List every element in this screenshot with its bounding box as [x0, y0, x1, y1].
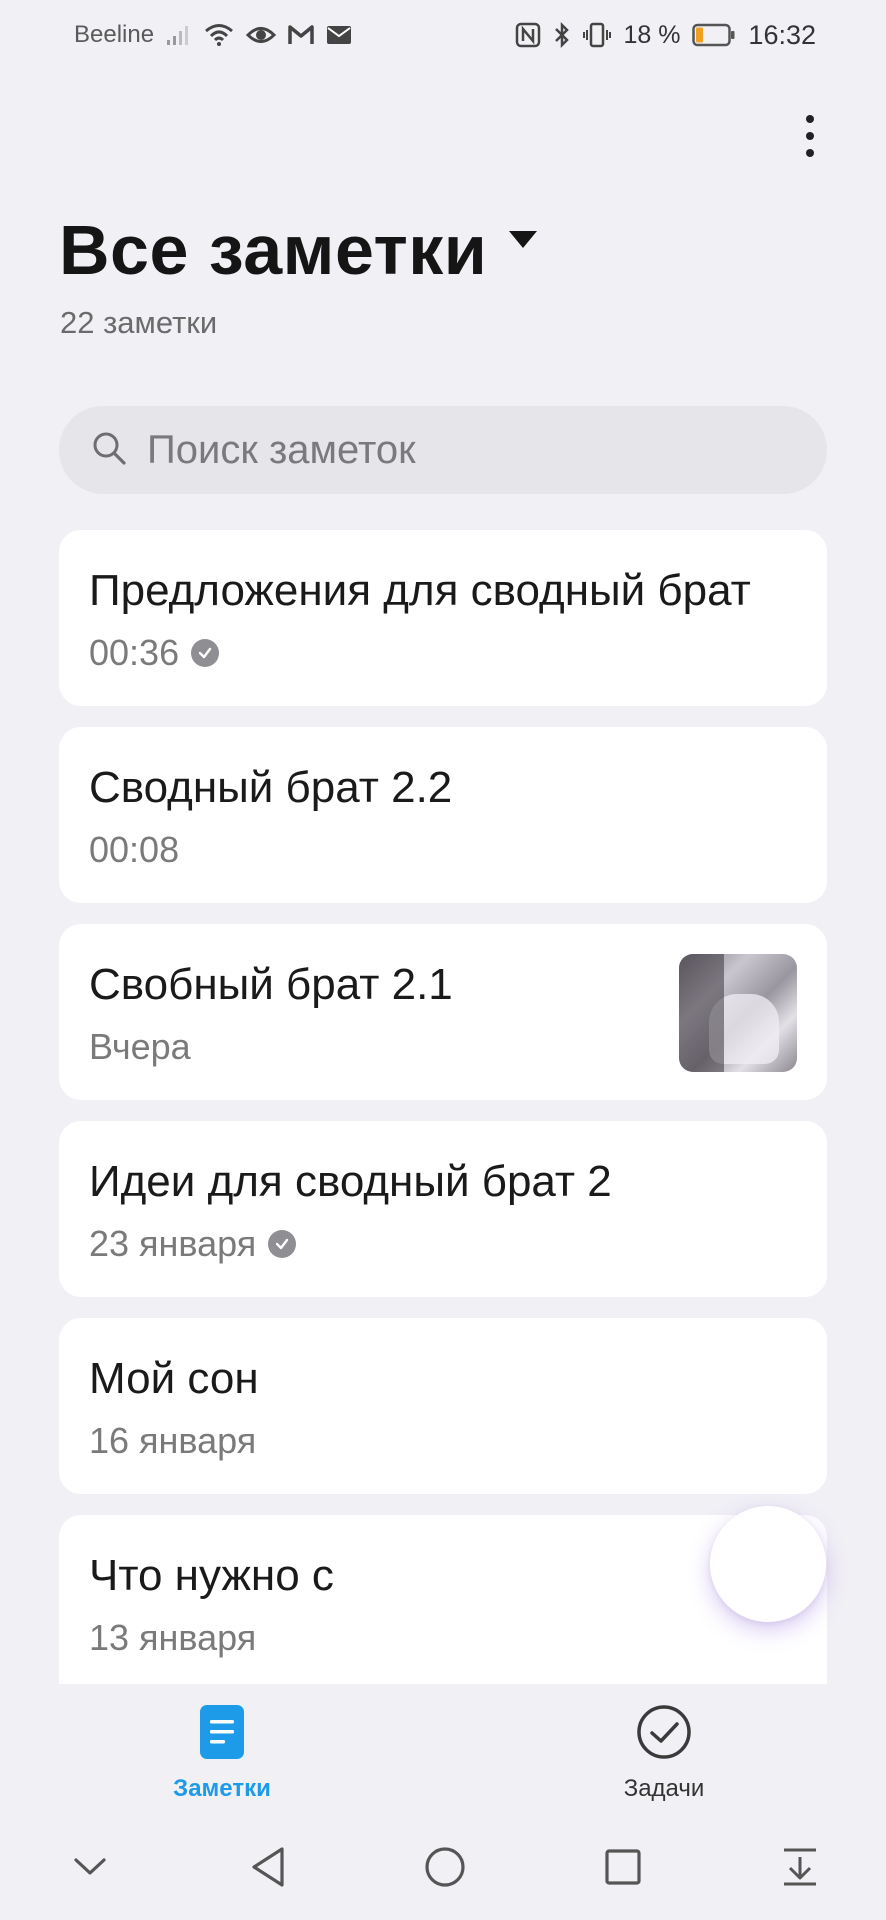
tab-notes[interactable]: Заметки — [142, 1704, 302, 1803]
note-title: Что нужно с — [89, 1551, 334, 1600]
note-title: Свобный брат 2.1 — [89, 960, 453, 1009]
more-dot-icon — [806, 149, 814, 157]
home-circle-icon — [423, 1845, 467, 1894]
plus-icon — [740, 1534, 796, 1595]
search-icon — [89, 428, 129, 473]
gmail-icon — [288, 24, 314, 46]
more-options-button[interactable] — [790, 108, 830, 164]
back-triangle-icon — [248, 1845, 288, 1894]
nfc-icon — [515, 22, 541, 48]
note-thumbnail-image — [679, 954, 797, 1072]
battery-icon — [692, 23, 736, 47]
note-date: Вчера — [89, 1026, 191, 1067]
note-date: 00:36 — [89, 632, 180, 673]
notes-count: 22 заметки — [60, 305, 218, 340]
bluetooth-icon — [553, 22, 571, 48]
dropdown-caret-icon — [509, 230, 538, 248]
system-nav-bar — [0, 1818, 886, 1920]
synced-check-icon — [191, 639, 220, 667]
note-title: Сводный брат 2.2 — [89, 763, 453, 812]
wifi-icon — [204, 23, 234, 47]
chevron-down-icon — [72, 1856, 108, 1883]
tab-tasks-label: Задачи — [623, 1775, 705, 1802]
note-title: Предложения для сводный брат — [89, 566, 751, 615]
carrier-label: Beeline — [74, 21, 155, 48]
note-card[interactable]: Мой сон 16 января — [59, 1318, 827, 1494]
nav-hide-button[interactable] — [60, 1839, 120, 1899]
status-bar: Beeline 18 % 16:32 — [0, 0, 886, 70]
eye-icon — [246, 24, 277, 46]
note-card[interactable]: Свобный брат 2.1 Вчера — [59, 924, 827, 1100]
nav-back-button[interactable] — [238, 1839, 298, 1899]
note-meta: 00:08 — [89, 829, 179, 871]
tab-tasks[interactable]: Задачи — [584, 1704, 744, 1803]
note-title: Мой сон — [89, 1354, 259, 1403]
note-card[interactable]: Предложения для сводный брат 00:36 — [59, 530, 827, 706]
note-card[interactable]: Идеи для сводный брат 2 23 января — [59, 1121, 827, 1297]
search-placeholder: Поиск заметок — [147, 427, 416, 472]
note-meta: Вчера — [89, 1026, 191, 1068]
recents-square-icon — [603, 1847, 643, 1892]
synced-check-icon — [268, 1230, 297, 1258]
note-card[interactable]: Сводный брат 2.2 00:08 — [59, 727, 827, 903]
pull-down-icon — [780, 1845, 820, 1894]
note-date: 16 января — [89, 1420, 257, 1461]
note-card[interactable]: Что нужно с 13 января — [59, 1515, 827, 1684]
nav-recents-button[interactable] — [593, 1839, 653, 1899]
nav-home-button[interactable] — [415, 1839, 475, 1899]
clock: 16:32 — [748, 19, 816, 50]
note-meta: 23 января — [89, 1223, 297, 1265]
search-input[interactable]: Поиск заметок — [59, 406, 827, 494]
folder-selector[interactable]: Все заметки — [59, 210, 538, 290]
page-title: Все заметки — [59, 211, 488, 289]
mail-icon — [326, 25, 352, 45]
add-note-button[interactable] — [710, 1506, 826, 1622]
status-right: 18 % 16:32 — [515, 20, 816, 51]
vibrate-icon — [583, 22, 612, 48]
note-meta: 00:36 — [89, 632, 220, 674]
note-meta: 13 января — [89, 1617, 256, 1659]
signal-icon — [166, 24, 192, 46]
battery-percent: 18 % — [623, 20, 681, 49]
nav-notification-button[interactable] — [770, 1839, 830, 1899]
more-dot-icon — [806, 115, 814, 123]
task-check-icon — [636, 1704, 692, 1765]
tab-notes-label: Заметки — [173, 1775, 271, 1802]
note-date: 00:08 — [89, 829, 180, 870]
note-title: Идеи для сводный брат 2 — [89, 1157, 612, 1206]
note-date: 13 января — [89, 1617, 257, 1658]
more-dot-icon — [806, 132, 814, 140]
status-left: Beeline — [74, 21, 352, 49]
bottom-tab-bar: Заметки Задачи — [0, 1684, 886, 1818]
note-date: 23 января — [89, 1223, 257, 1264]
notes-icon — [199, 1704, 245, 1765]
note-meta: 16 января — [89, 1420, 256, 1462]
